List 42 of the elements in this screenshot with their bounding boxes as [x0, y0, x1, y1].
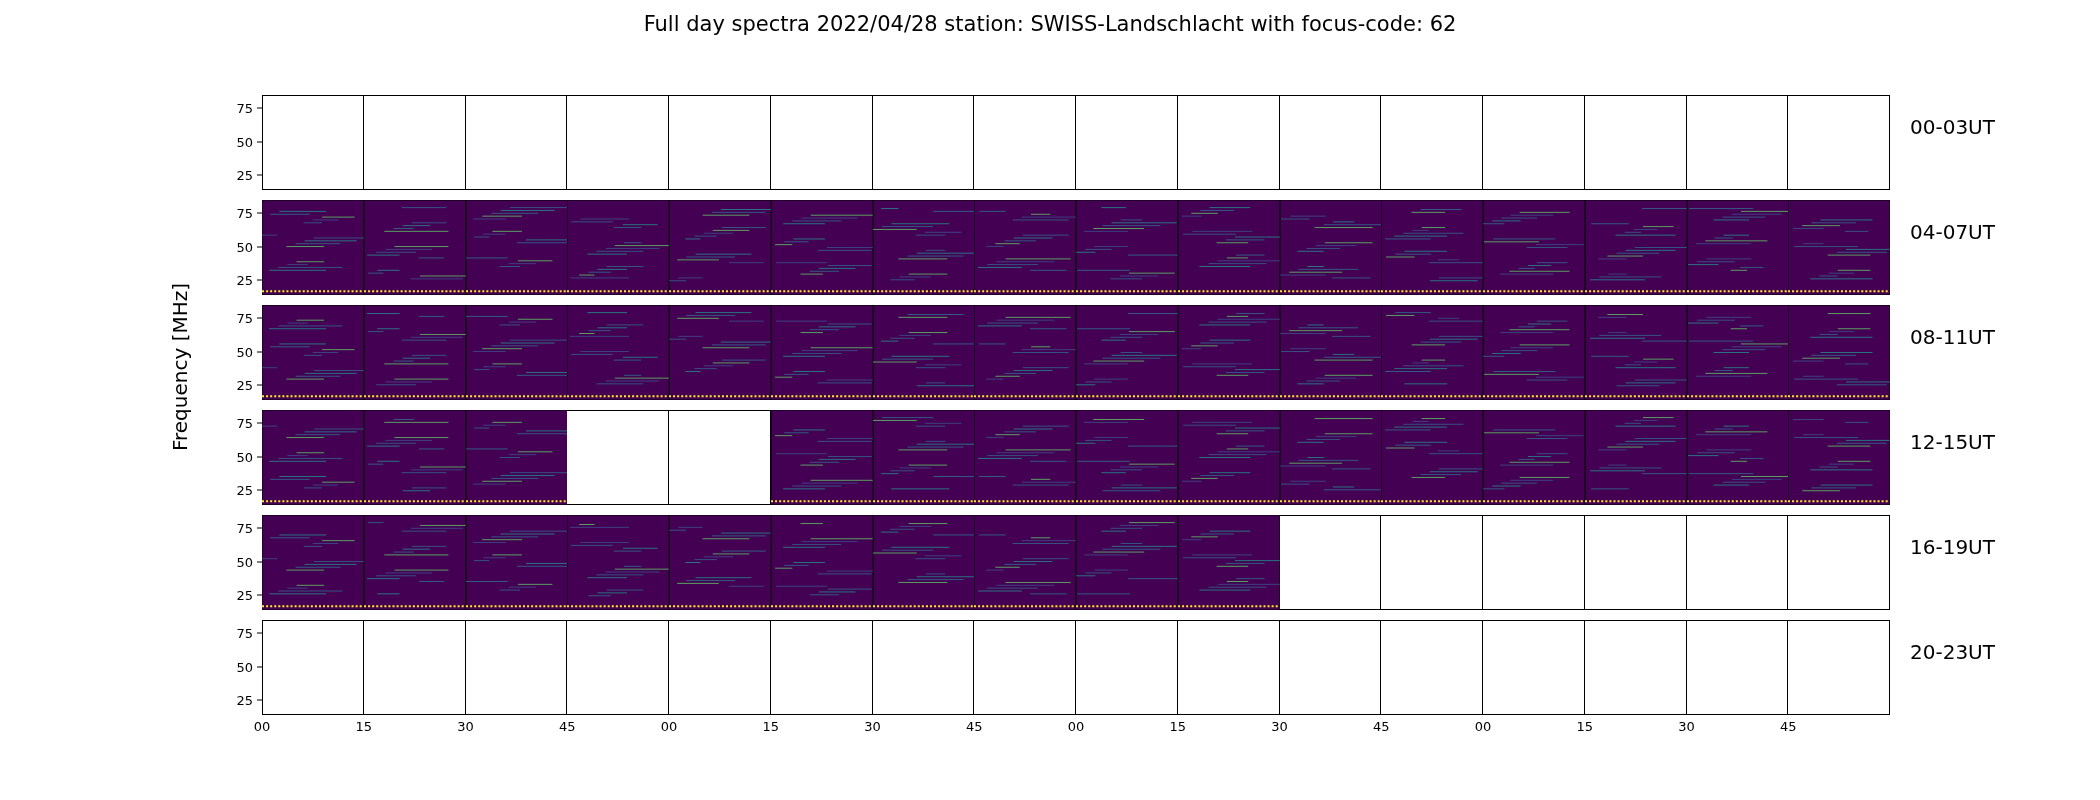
row-label: 20-23UT: [1910, 640, 1995, 664]
x-tick-label: 45: [1373, 719, 1390, 736]
x-tick-label: 45: [559, 719, 576, 736]
y-tick-label: 25: [236, 482, 253, 498]
y-tick-label: 25: [236, 167, 253, 183]
x-tick-label: 15: [1169, 719, 1186, 736]
y-tick-label: 50: [236, 554, 253, 570]
x-tick-label: 15: [1576, 719, 1593, 736]
y-tick-label: 75: [236, 625, 253, 641]
y-tick-label: 75: [236, 520, 253, 536]
figure-title: Full day spectra 2022/04/28 station: SWISS-Landschlacht with focus-code: 62: [642, 11, 1458, 38]
y-axis-label: Frequency [MHz]: [168, 282, 192, 452]
x-tick-label: 00: [1067, 719, 1085, 736]
y-tick-label: 75: [236, 415, 253, 431]
x-tick-label: 30: [1271, 719, 1288, 736]
row-label: 00-03UT: [1910, 115, 1995, 139]
y-tick-label: 50: [236, 344, 253, 360]
x-tick-label: 00: [253, 719, 271, 736]
x-tick-label: 30: [864, 719, 881, 736]
y-tick-label: 50: [236, 659, 253, 675]
x-tick-label: 00: [1474, 719, 1492, 736]
y-tick-label: 50: [236, 449, 253, 465]
x-tick-label: 45: [1780, 719, 1797, 736]
x-tick-label: 30: [457, 719, 474, 736]
x-tick-label: 15: [355, 719, 372, 736]
y-tick-label: 75: [236, 100, 253, 116]
y-tick-label: 50: [236, 239, 253, 255]
row-label: 16-19UT: [1910, 535, 1995, 559]
y-tick-label: 25: [236, 587, 253, 603]
row-label: 08-11UT: [1910, 325, 1995, 349]
x-tick-label: 45: [966, 719, 983, 736]
y-tick-label: 75: [236, 205, 253, 221]
y-tick-label: 25: [236, 272, 253, 288]
row-label: 12-15UT: [1910, 430, 1995, 454]
y-tick-label: 75: [236, 310, 253, 326]
y-tick-label: 25: [236, 377, 253, 393]
y-tick-label: 50: [236, 134, 253, 150]
row-label: 04-07UT: [1910, 220, 1995, 244]
x-tick-label: 00: [660, 719, 678, 736]
x-tick-label: 15: [762, 719, 779, 736]
x-tick-label: 30: [1678, 719, 1695, 736]
y-tick-label: 25: [236, 692, 253, 708]
